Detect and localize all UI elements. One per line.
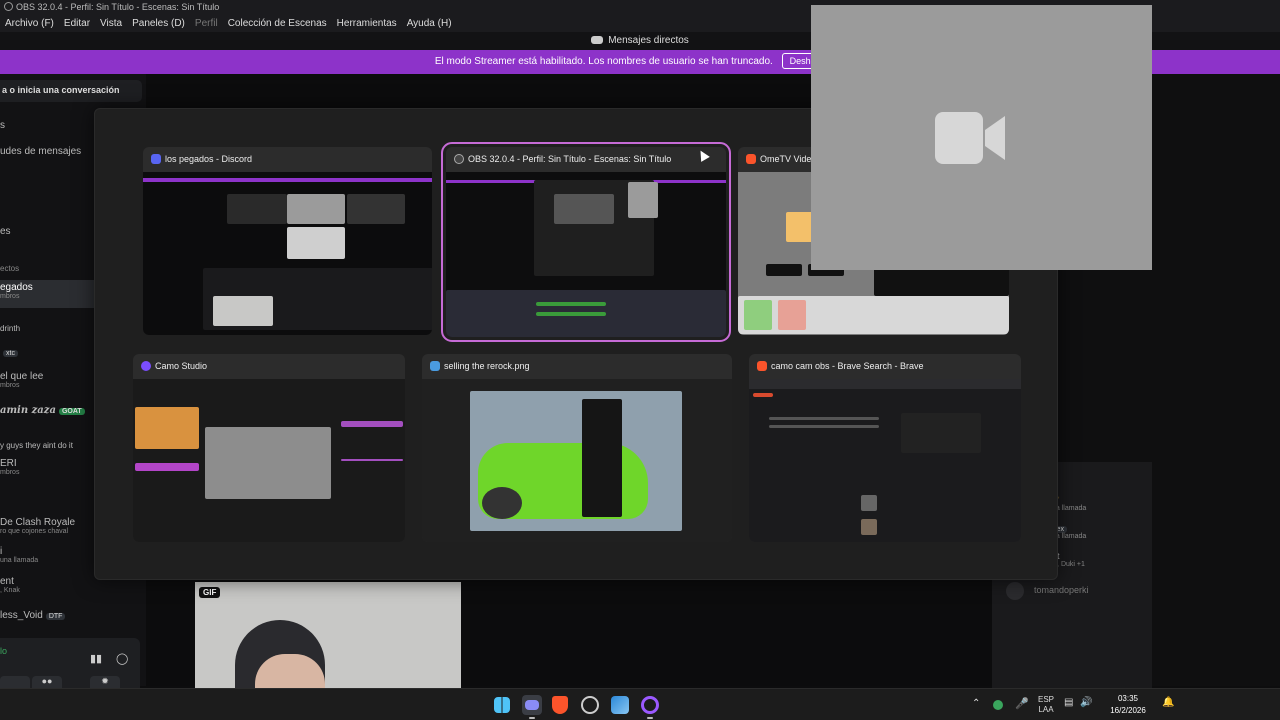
window-thumb-brave[interactable]: camo cam obs - Brave Search - Brave [749, 354, 1021, 542]
tray-status-icon[interactable] [993, 700, 1003, 710]
clock-date: 16/2/2026 [1110, 706, 1146, 715]
video-camera-icon [935, 112, 1005, 164]
window-title: los pegados - Discord [165, 154, 253, 164]
taskbar: ⌃ 🎤 ESP LAA ▤ 🔊 03:35 16/2/2026 🔔 [0, 688, 1280, 720]
menu-archivo[interactable]: Archivo (F) [5, 18, 54, 32]
conversation-search[interactable]: a o inicia una conversación [0, 80, 142, 102]
notifications-icon[interactable]: 🔔 [1162, 697, 1174, 720]
language-code: ESP [1038, 695, 1055, 704]
desktop: OBS 32.0.4 - Perfil: Sin Título - Escena… [0, 0, 1280, 720]
window-thumb-obs[interactable]: OBS 32.0.4 - Perfil: Sin Título - Escena… [441, 142, 731, 342]
direct-messages-icon [591, 36, 604, 44]
microphone-icon[interactable]: 🎤 [1015, 697, 1029, 720]
dm-name: ERI [0, 458, 17, 469]
keyboard-layout: LAA [1038, 705, 1054, 714]
window-title: OBS 32.0.4 - Perfil: Sin Título - Escena… [468, 154, 672, 164]
discord-taskbar-icon[interactable] [522, 695, 542, 715]
window-title: Camo Studio [155, 361, 208, 371]
menu-herramientas[interactable]: Herramientas [337, 18, 397, 32]
discord-header-title: Mensajes directos [608, 35, 689, 46]
dm-name: el que lee [0, 371, 44, 382]
dm-badge: xtc [3, 350, 18, 357]
dm-name: ent [0, 576, 14, 587]
user-panel: lo ▮▮ ◯ ●● ✹ [0, 638, 140, 692]
dm-item[interactable]: less_Void DTF [0, 610, 146, 621]
start-icon[interactable] [494, 697, 510, 713]
brave-icon [757, 361, 767, 371]
window-thumb-camo[interactable]: Camo Studio [133, 354, 405, 542]
camo-taskbar-icon[interactable] [641, 696, 659, 714]
dm-badge: DTF [45, 613, 66, 620]
dm-name: y guys they aint do it [0, 441, 73, 450]
window-title: camo cam obs - Brave Search - Brave [771, 361, 924, 371]
window-preview [422, 379, 732, 542]
tray-chevron-icon[interactable]: ⌃ [972, 698, 980, 720]
discord-icon [151, 154, 161, 164]
menu-coleccion[interactable]: Colección de Escenas [228, 18, 327, 32]
obs-icon [454, 154, 464, 164]
taskbar-clock[interactable]: 03:35 16/2/2026 [1104, 693, 1152, 717]
obs-taskbar-icon[interactable] [581, 696, 599, 714]
window-title: selling the rerock.png [444, 361, 530, 371]
dm-badge: GOAT [58, 408, 85, 415]
dm-name: egados [0, 282, 33, 293]
window-thumb-image[interactable]: selling the rerock.png [422, 354, 732, 542]
dm-name: less_Void [0, 610, 43, 621]
dm-name: i [0, 546, 3, 557]
photos-icon [430, 361, 440, 371]
menu-editar[interactable]: Editar [64, 18, 90, 32]
dm-name: drinth [0, 324, 21, 333]
dm-name: amin zaza [0, 405, 56, 416]
window-preview [749, 379, 1021, 542]
window-thumb-discord[interactable]: los pegados - Discord [143, 147, 432, 335]
clock-time: 03:35 [1117, 694, 1139, 703]
camo-icon [141, 361, 151, 371]
dm-name: De Clash Royale [0, 517, 76, 528]
window-preview [133, 379, 405, 542]
obs-title: OBS 32.0.4 - Perfil: Sin Título - Escena… [16, 2, 220, 12]
window-preview [446, 172, 726, 337]
input-language[interactable]: ESP LAA [1038, 695, 1054, 720]
menu-perfil[interactable]: Perfil [195, 18, 218, 32]
gif-message[interactable]: GIF [195, 582, 461, 688]
obs-icon [4, 2, 13, 11]
menu-vista[interactable]: Vista [100, 18, 122, 32]
brave-icon [746, 154, 756, 164]
volume-icon[interactable]: 🔊 [1080, 697, 1092, 720]
right-user-name[interactable]: tomandoperki [1034, 585, 1089, 595]
dm-sub: , Knak [0, 587, 20, 594]
menu-paneles[interactable]: Paneles (D) [132, 18, 185, 32]
disconnect-icon[interactable]: ◯ [116, 652, 130, 665]
window-preview [143, 172, 432, 335]
gif-label: GIF [199, 587, 221, 598]
menu-ayuda[interactable]: Ayuda (H) [407, 18, 452, 32]
window-title: OmeTV Video [760, 154, 817, 164]
photos-taskbar-icon[interactable] [611, 696, 629, 714]
user-status: lo [0, 646, 8, 656]
camera-preview-window [811, 5, 1152, 270]
streamer-notice: El modo Streamer está habilitado. Los no… [434, 56, 773, 67]
soundboard-icon[interactable]: ▮▮ [90, 652, 104, 665]
brave-taskbar-icon[interactable] [552, 696, 568, 714]
network-icon[interactable]: ▤ [1064, 697, 1073, 720]
avatar [1006, 582, 1024, 600]
